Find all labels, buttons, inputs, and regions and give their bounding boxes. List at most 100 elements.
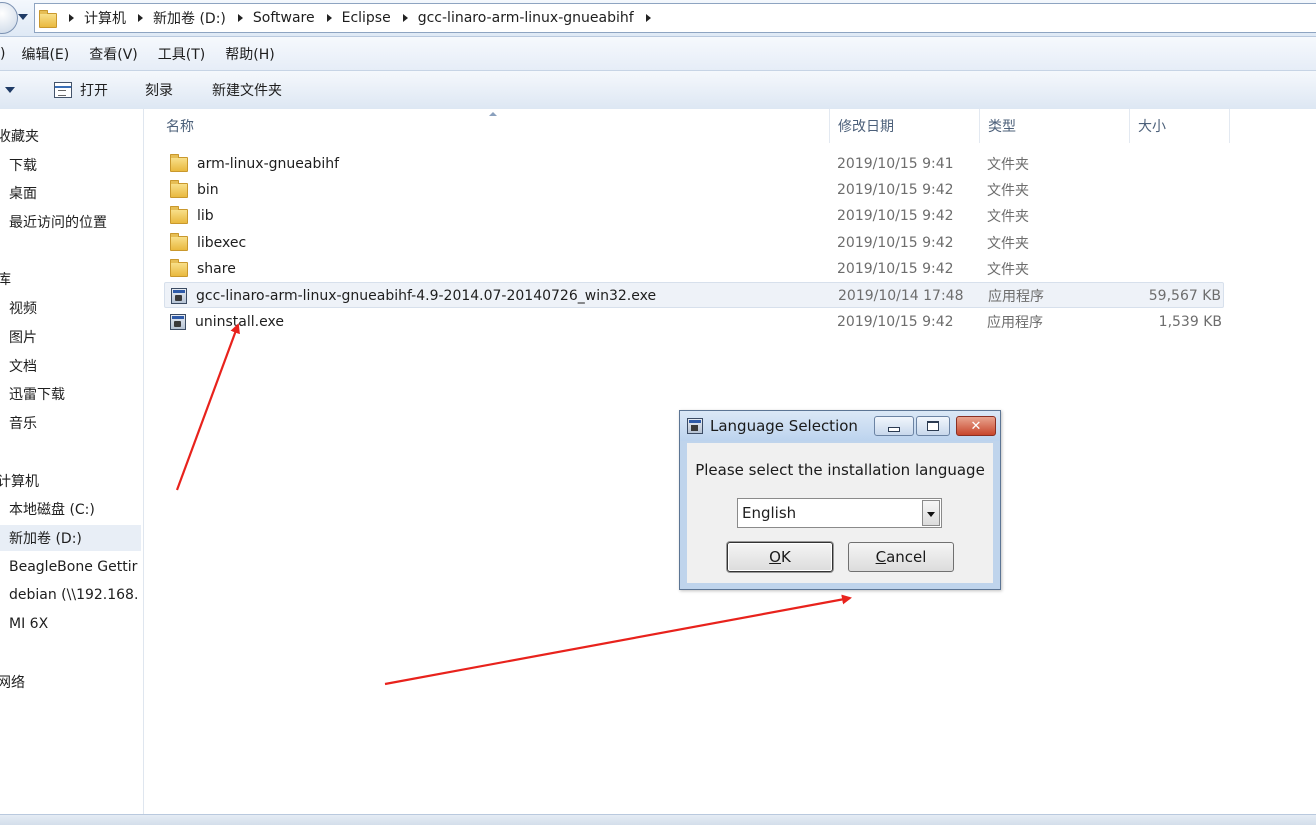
open-button[interactable]: 打开 <box>54 71 108 109</box>
breadcrumb-software[interactable]: Software <box>253 10 315 26</box>
breadcrumb-drive-d[interactable]: 新加卷 (D:) <box>153 8 226 28</box>
sidebar-item-label: 图片 <box>9 330 37 346</box>
close-icon: ✕ <box>970 418 982 434</box>
file-date: 2019/10/15 9:42 <box>837 235 954 251</box>
sidebar-item-local-disk-c[interactable]: 本地磁盘 (C:) <box>0 496 141 522</box>
menu-view[interactable]: 查看(V) <box>79 44 148 64</box>
file-date: 2019/10/15 9:42 <box>837 208 954 224</box>
ok-button[interactable]: OK <box>727 542 833 572</box>
language-select-value: English <box>742 504 797 522</box>
folder-icon <box>170 258 188 277</box>
sidebar-item-mi-6x[interactable]: MI 6X <box>0 611 141 637</box>
sidebar-item-xunlei-downloads[interactable]: 迅雷下载 <box>0 381 141 407</box>
column-header-label: 修改日期 <box>838 119 894 135</box>
cancel-accel: C <box>875 548 887 566</box>
menu-edit[interactable]: 编辑(E) <box>15 44 79 64</box>
maximize-button[interactable] <box>916 416 950 436</box>
breadcrumb-eclipse[interactable]: Eclipse <box>342 10 391 26</box>
sidebar-item-beaglebone[interactable]: BeagleBone Gettir <box>0 554 141 580</box>
sidebar-item-desktop[interactable]: 桌面 <box>0 180 141 206</box>
organize-dropdown-icon[interactable] <box>5 87 15 93</box>
sidebar-item-volume-d[interactable]: 新加卷 (D:) <box>0 525 141 551</box>
application-icon <box>170 314 186 330</box>
file-date: 2019/10/15 9:42 <box>837 314 954 330</box>
sidebar-item-recent-places[interactable]: 最近访问的位置 <box>0 209 141 235</box>
breadcrumb-computer[interactable]: 计算机 <box>84 8 126 28</box>
sidebar-item-label: 桌面 <box>9 186 37 202</box>
sidebar-item-label: debian (\\192.168. <box>9 587 139 603</box>
chevron-right-icon[interactable] <box>326 14 332 22</box>
close-button[interactable]: ✕ <box>956 416 996 436</box>
dialog-title-bar[interactable]: Language Selection ✕ <box>680 411 1000 441</box>
sidebar-item-label: 迅雷下载 <box>9 387 65 403</box>
chevron-right-icon[interactable] <box>402 14 408 22</box>
file-row-uninstall-exe[interactable]: uninstall.exe 2019/10/15 9:42 应用程序 1,539… <box>164 309 1224 335</box>
sidebar-item-debian-share[interactable]: debian (\\192.168. <box>0 582 141 608</box>
folder-icon <box>170 232 188 251</box>
chevron-right-icon[interactable] <box>645 14 651 22</box>
status-bar <box>0 814 1316 825</box>
column-header-label: 大小 <box>1138 119 1166 135</box>
column-header-name[interactable]: 名称 <box>158 109 830 143</box>
folder-icon <box>170 179 188 198</box>
new-folder-button[interactable]: 新建文件夹 <box>212 71 282 109</box>
menu-help[interactable]: 帮助(H) <box>215 44 284 64</box>
file-row-lib[interactable]: lib 2019/10/15 9:42 文件夹 <box>164 203 1224 229</box>
sidebar-item-libraries[interactable]: 库 <box>0 266 141 292</box>
recent-pages-dropdown-icon[interactable] <box>18 14 28 20</box>
file-name: uninstall.exe <box>195 314 284 330</box>
cancel-button[interactable]: Cancel <box>848 542 954 572</box>
file-type: 应用程序 <box>987 315 1043 331</box>
chevron-right-icon[interactable] <box>237 14 243 22</box>
menu-file[interactable]: ) <box>0 46 15 62</box>
chevron-right-icon[interactable] <box>138 14 143 22</box>
language-select[interactable]: English <box>737 498 942 528</box>
sidebar-item-documents[interactable]: 文档 <box>0 353 141 379</box>
sidebar-item-favorites[interactable]: 收藏夹 <box>0 123 141 149</box>
sidebar-item-music[interactable]: 音乐 <box>0 410 141 436</box>
file-row-bin[interactable]: bin 2019/10/15 9:42 文件夹 <box>164 177 1224 203</box>
chevron-down-icon[interactable] <box>922 500 940 526</box>
file-row-arm-linux-gnueabihf[interactable]: arm-linux-gnueabihf 2019/10/15 9:41 文件夹 <box>164 151 1224 177</box>
folder-icon <box>39 9 57 28</box>
sidebar-item-label: 下载 <box>9 158 37 174</box>
address-box[interactable]: 计算机 新加卷 (D:) Software Eclipse gcc-linaro… <box>34 3 1316 33</box>
sidebar-item-label: MI 6X <box>9 616 49 632</box>
dialog-prompt: Please select the installation language <box>695 461 985 479</box>
column-header-label: 类型 <box>988 119 1016 135</box>
column-header-label: 名称 <box>166 119 194 135</box>
column-header-size[interactable]: 大小 <box>1130 109 1230 143</box>
file-row-libexec[interactable]: libexec 2019/10/15 9:42 文件夹 <box>164 230 1224 256</box>
sidebar-item-label: 库 <box>0 272 11 288</box>
sidebar-item-computer[interactable]: 计算机 <box>0 468 141 494</box>
minimize-button[interactable] <box>874 416 914 436</box>
breadcrumb-gcc-linaro[interactable]: gcc-linaro-arm-linux-gnueabihf <box>418 10 634 26</box>
file-row-gcc-installer-exe[interactable]: gcc-linaro-arm-linux-gnueabihf-4.9-2014.… <box>164 282 1224 308</box>
cancel-label: ancel <box>886 548 927 566</box>
sidebar-item-label: 本地磁盘 (C:) <box>9 502 95 518</box>
file-date: 2019/10/14 17:48 <box>838 288 964 304</box>
column-header-type[interactable]: 类型 <box>980 109 1130 143</box>
burn-button[interactable]: 刻录 <box>145 71 173 109</box>
file-name: libexec <box>197 235 247 251</box>
sidebar-item-label: 计算机 <box>0 474 39 490</box>
sidebar-item-label: 网络 <box>0 675 25 691</box>
file-type: 文件夹 <box>987 183 1029 199</box>
file-size: 59,567 KB <box>1148 288 1221 304</box>
address-bar: 计算机 新加卷 (D:) Software Eclipse gcc-linaro… <box>0 0 1316 37</box>
file-row-share[interactable]: share 2019/10/15 9:42 文件夹 <box>164 256 1224 282</box>
sidebar-item-downloads[interactable]: 下载 <box>0 152 141 178</box>
sidebar-item-pictures[interactable]: 图片 <box>0 324 141 350</box>
column-header-date-modified[interactable]: 修改日期 <box>830 109 980 143</box>
chevron-right-icon[interactable] <box>69 14 74 22</box>
sidebar-item-videos[interactable]: 视频 <box>0 295 141 321</box>
menu-tools[interactable]: 工具(T) <box>148 44 215 64</box>
sidebar-item-network[interactable]: 网络 <box>0 669 141 695</box>
sidebar-item-label: 收藏夹 <box>0 129 39 145</box>
file-date: 2019/10/15 9:42 <box>837 182 954 198</box>
maximize-icon <box>927 421 939 431</box>
file-type: 应用程序 <box>988 289 1044 305</box>
file-name: bin <box>197 182 219 198</box>
back-button[interactable] <box>0 2 18 34</box>
sidebar-item-label: 新加卷 (D:) <box>9 531 82 547</box>
